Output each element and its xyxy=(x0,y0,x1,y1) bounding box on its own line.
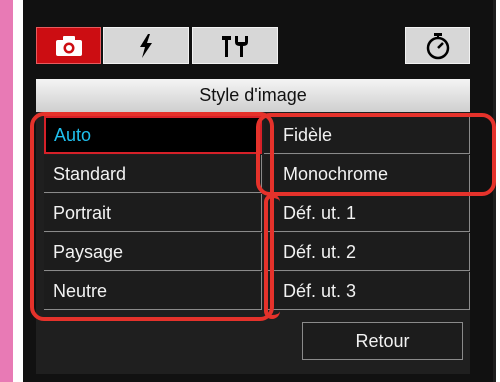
camera-icon xyxy=(55,35,82,56)
tab-shooting[interactable] xyxy=(36,27,101,64)
highlight-outline-right xyxy=(256,113,496,196)
menu-title: Style d'image xyxy=(36,79,470,112)
flash-icon xyxy=(140,33,152,58)
highlight-outline-custom xyxy=(264,194,280,319)
tools-icon xyxy=(222,35,248,57)
style-option-user-2[interactable]: Déf. ut. 2 xyxy=(264,233,470,271)
tab-timer[interactable] xyxy=(405,27,470,64)
highlight-outline-left xyxy=(30,112,274,321)
side-gap xyxy=(13,0,23,382)
tab-tools[interactable] xyxy=(192,27,278,64)
side-accent-bar xyxy=(0,0,13,382)
style-option-user-3[interactable]: Déf. ut. 3 xyxy=(264,272,470,310)
back-button[interactable]: Retour xyxy=(302,322,463,360)
style-option-user-1[interactable]: Déf. ut. 1 xyxy=(264,194,470,232)
timer-icon xyxy=(426,32,449,59)
tab-flash[interactable] xyxy=(103,27,189,64)
